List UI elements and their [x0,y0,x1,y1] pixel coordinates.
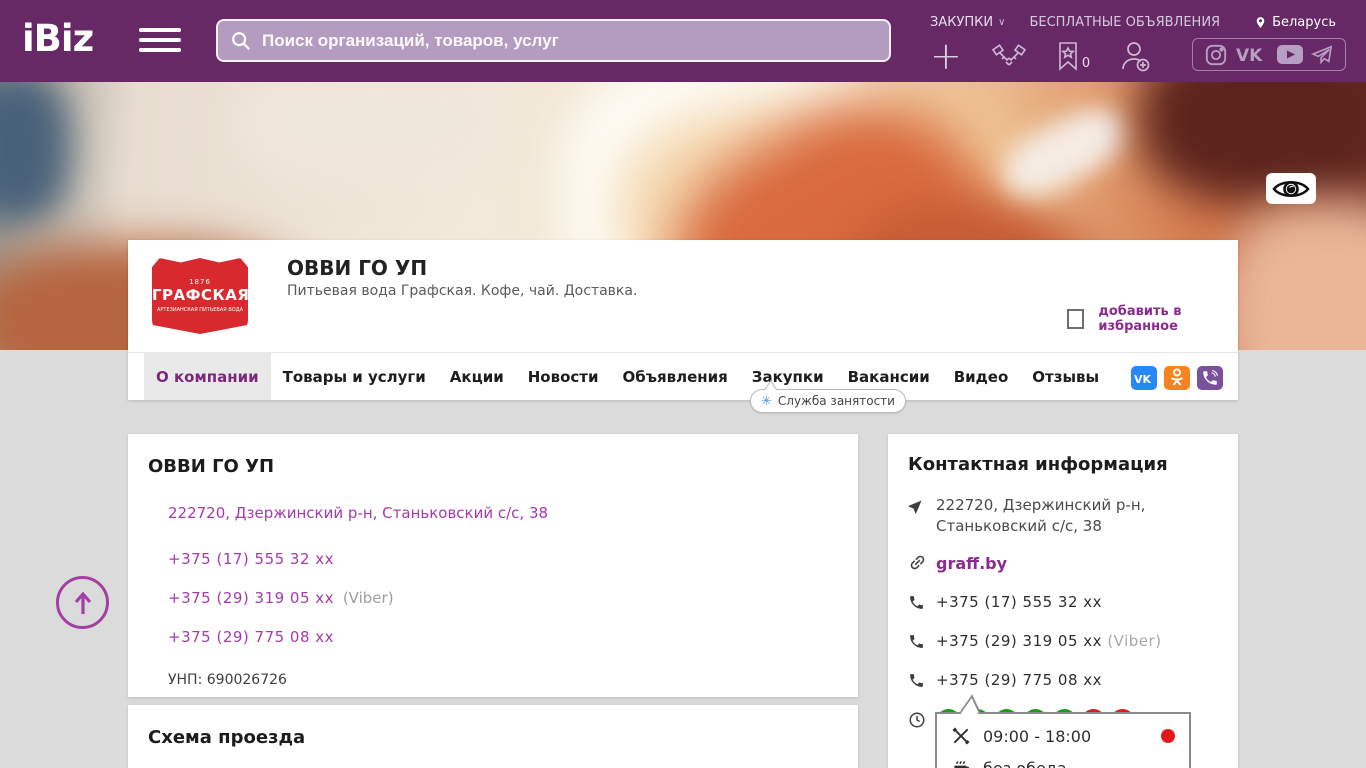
company-tabs: О компании Товары и услуги Акции Новости… [128,352,1238,400]
geo-selector[interactable]: Беларусь [1254,15,1336,30]
contact-address-row: 222720, Дзержинский р-н, Станьковский с/… [908,495,1218,537]
company-unp: УНП: 690026726 [168,672,287,688]
tab-video[interactable]: Видео [942,353,1021,400]
tab-about[interactable]: О компании [144,352,271,400]
instagram-icon[interactable] [1205,44,1227,66]
contact-address: 222720, Дзержинский р-н, Станьковский с/… [936,496,1146,535]
favorite-label: добавить в избранное [1098,304,1182,334]
contact-phone-row: +375 (17) 555 32 xx [908,592,1218,617]
svg-text:VK: VK [1236,46,1263,65]
contact-title: Контактная информация [908,454,1168,475]
company-description: Питьевая вода Графская. Кофе, чай. Доста… [287,283,638,299]
scroll-to-top-button[interactable] [56,576,109,629]
map-title: Схема проезда [148,727,306,748]
work-hours-icon [952,727,970,745]
about-company-card: ОВВИ ГО УП 222720, Дзержинский р-н, Стан… [128,434,858,697]
eye-icon [1272,180,1310,197]
phone-link[interactable]: +375 (17) 555 32 xx [168,550,334,568]
tab-reviews[interactable]: Отзывы [1020,353,1111,400]
handshake-icon[interactable] [991,41,1026,71]
phone-link[interactable]: +375 (29) 775 08 xx [168,628,334,646]
phone-icon [908,592,936,617]
tab-ads[interactable]: Объявления [611,353,740,400]
map-card: Схема проезда [128,705,858,768]
viber-share-icon[interactable] [1197,366,1223,390]
search-icon [232,31,251,50]
link-icon [908,551,936,578]
profile-add-button[interactable] [1120,40,1150,72]
hamburger-menu-icon[interactable] [139,28,181,56]
youtube-icon[interactable] [1277,45,1303,64]
search-input[interactable] [262,30,877,51]
phone-icon [908,670,936,695]
phone-link[interactable]: +375 (29) 775 08 xx [936,671,1102,689]
vacancies-tooltip: ✳ Служба занятости [750,389,906,413]
arrow-up-icon [74,591,91,614]
odnoklassniki-icon[interactable] [1164,366,1190,390]
phone-row: +375 (17) 555 32 xx [168,550,838,568]
about-title: ОВВИ ГО УП [148,456,275,477]
phone-note: (Viber) [342,589,394,607]
tab-news[interactable]: Новости [516,353,611,400]
contact-info-card: Контактная информация 222720, Дзержински… [888,434,1238,768]
location-pin-icon [1256,16,1265,28]
navigation-arrow-icon [908,495,936,520]
company-header-card: 1876 ГРАФСКАЯ АРТЕЗИАНСКАЯ ПИТЬЕВАЯ ВОДА… [128,240,1238,400]
nav-zakupki[interactable]: ЗАКУПКИ ∨ [930,15,1005,30]
search-bar[interactable] [216,19,891,62]
phone-row: +375 (29) 775 08 xx [168,628,838,646]
website-link[interactable]: graff.by [936,553,1007,575]
nav-free-ads[interactable]: БЕСПЛАТНЫЕ ОБЪЯВЛЕНИЯ [1029,15,1220,30]
chevron-down-icon: ∨ [998,16,1006,28]
user-add-icon [1122,42,1150,72]
phone-row: +375 (29) 319 05 xx (Viber) [168,589,838,607]
work-hours: 09:00 - 18:00 [983,726,1092,746]
lunch-coffee-icon [954,761,970,768]
favorite-checkbox[interactable] [1067,309,1085,329]
telegram-icon[interactable] [1311,45,1333,65]
bookmarks-button[interactable]: 0 [1056,41,1090,71]
vk-share-icon[interactable]: VK [1131,366,1157,390]
lunch-info: без обеда [983,758,1067,768]
top-header: iBiz ЗАКУПКИ ∨ БЕСПЛАТНЫЕ ОБЪЯВЛЕНИЯ Бел… [0,0,1366,82]
phone-icon [908,631,936,656]
bookmark-star-icon [1059,42,1077,71]
closed-now-indicator [1161,729,1175,743]
bookmark-count: 0 [1081,56,1091,71]
svg-text:VK: VK [1134,373,1152,384]
phone-link[interactable]: +375 (29) 319 05 xx [168,589,334,607]
tab-products[interactable]: Товары и услуги [271,353,438,400]
company-name: ОВВИ ГО УП [287,256,428,280]
phone-note: (Viber) [1107,632,1162,650]
contact-phone-row: +375 (29) 319 05 xx (Viber) [908,631,1218,656]
company-logo[interactable]: 1876 ГРАФСКАЯ АРТЕЗИАНСКАЯ ПИТЬЕВАЯ ВОДА [152,258,248,334]
company-social-links: VK [1131,366,1223,390]
add-to-favorites[interactable]: добавить в избранное [1067,304,1238,334]
vk-icon[interactable]: VK [1235,45,1269,65]
website-row: graff.by [908,551,1218,578]
phone-link[interactable]: +375 (29) 319 05 xx [936,632,1102,650]
accessibility-eye-button[interactable] [1266,173,1316,204]
company-address-link[interactable]: 222720, Дзержинский р-н, Станьковский с/… [168,504,548,522]
phone-link[interactable]: +375 (17) 555 32 xx [936,593,1102,611]
clock-icon [908,709,936,735]
contact-phone-row: +375 (29) 775 08 xx [908,670,1218,695]
schedule-tooltip: 09:00 - 18:00 без обеда [935,712,1191,768]
employment-service-icon: ✳ [761,393,772,409]
tab-promos[interactable]: Акции [438,353,516,400]
header-social-links: VK [1192,38,1346,71]
site-logo[interactable]: iBiz [22,17,94,60]
add-company-button[interactable]: + [930,37,962,75]
